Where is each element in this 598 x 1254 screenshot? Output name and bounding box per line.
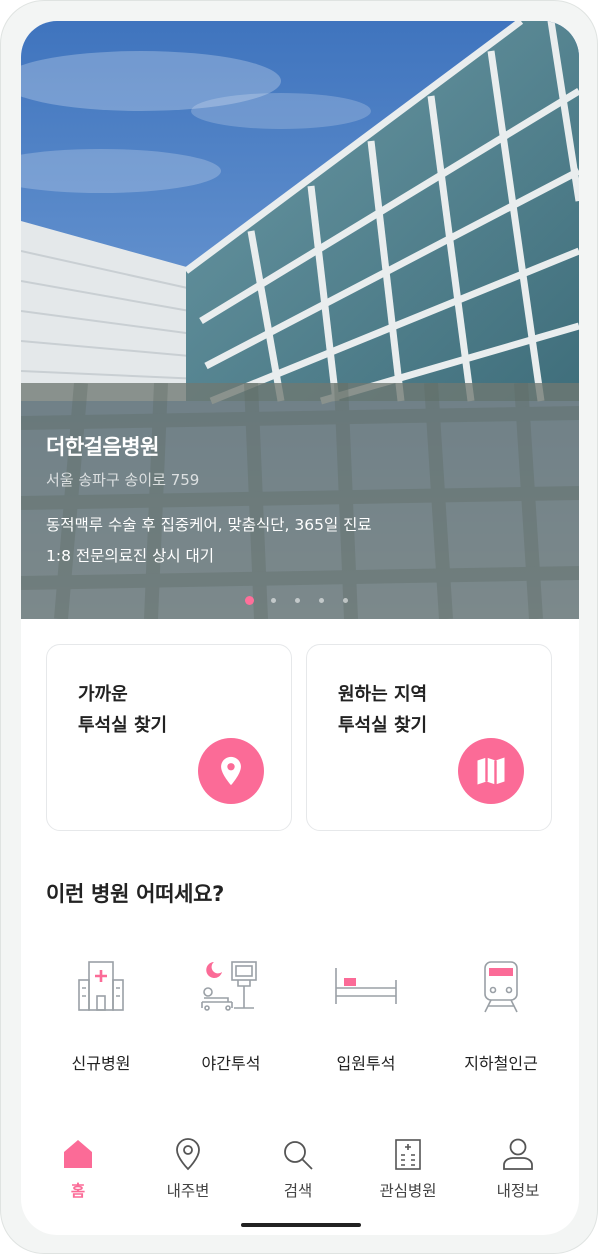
category-new-hospital[interactable]: 신규병원: [31, 951, 171, 1074]
tab-search[interactable]: 검색: [243, 1133, 353, 1201]
category-label: 신규병원: [71, 1054, 131, 1073]
description-line: 동적맥루 수술 후 집중케어, 맞춤식단, 365일 진료: [46, 516, 372, 534]
phone-frame: 더한걸음병원 서울 송파구 송이로 759 동적맥루 수술 후 집중케어, 맞춤…: [0, 0, 598, 1254]
hospital-address: 서울 송파구 송이로 759: [46, 471, 200, 489]
home-indicator[interactable]: [241, 1223, 361, 1227]
tab-home[interactable]: 홈: [23, 1133, 133, 1201]
hospital-list-icon: [353, 1133, 463, 1171]
user-icon: [463, 1133, 573, 1171]
card-title: 가까운 투석실 찾기: [78, 679, 167, 741]
description-line: 1:8 전문의료진 상시 대기: [46, 547, 215, 565]
hospital-bed-icon: [296, 951, 436, 1021]
tab-label: 관심병원: [379, 1182, 437, 1200]
category-label: 야간투석: [201, 1054, 261, 1073]
subway-train-icon: [431, 951, 571, 1021]
category-label: 지하철인근: [464, 1054, 538, 1073]
folded-map-icon: [458, 738, 524, 804]
card-title: 원하는 지역 투석실 찾기: [338, 679, 427, 741]
tab-my-info[interactable]: 내정보: [463, 1133, 573, 1201]
card-title-line: 가까운: [78, 684, 128, 705]
tab-label: 검색: [283, 1182, 313, 1200]
hospital-building-icon: [31, 951, 171, 1021]
location-pin-icon: [133, 1133, 243, 1171]
pagination-dot[interactable]: [343, 598, 348, 603]
card-title-line: 투석실 찾기: [78, 715, 168, 736]
hospital-description: 동적맥루 수술 후 집중케어, 맞춤식단, 365일 진료 1:8 전문의료진 …: [46, 510, 372, 572]
tab-label: 내정보: [496, 1182, 540, 1200]
card-title-line: 투석실 찾기: [338, 715, 428, 736]
app-screen: 더한걸음병원 서울 송파구 송이로 759 동적맥루 수술 후 집중케어, 맞춤…: [21, 21, 579, 1235]
pagination-dot[interactable]: [295, 598, 300, 603]
carousel-pagination: [245, 596, 367, 605]
blurred-facade-background: [21, 383, 579, 619]
pagination-dot-active[interactable]: [245, 596, 254, 605]
recommend-section-title: 이런 병원 어떠세요?: [46, 882, 225, 906]
category-inpatient-dialysis[interactable]: 입원투석: [296, 951, 436, 1074]
tab-label: 홈: [70, 1182, 86, 1200]
pagination-dot[interactable]: [319, 598, 324, 603]
tab-label: 내주변: [166, 1182, 210, 1200]
find-region-dialysis-card[interactable]: 원하는 지역 투석실 찾기: [306, 644, 552, 831]
pagination-dot[interactable]: [271, 598, 276, 603]
search-icon: [243, 1133, 353, 1171]
hospital-name: 더한걸음병원: [46, 435, 159, 459]
night-dialysis-icon: [161, 951, 301, 1021]
hospital-carousel[interactable]: 더한걸음병원 서울 송파구 송이로 759 동적맥루 수술 후 집중케어, 맞춤…: [21, 21, 579, 619]
category-label: 입원투석: [336, 1054, 396, 1073]
tab-nearby[interactable]: 내주변: [133, 1133, 243, 1201]
category-near-subway[interactable]: 지하철인근: [431, 951, 571, 1074]
map-pin-icon: [198, 738, 264, 804]
tab-favorite-hospitals[interactable]: 관심병원: [353, 1133, 463, 1201]
home-icon: [23, 1133, 133, 1171]
find-nearby-dialysis-card[interactable]: 가까운 투석실 찾기: [46, 644, 292, 831]
category-night-dialysis[interactable]: 야간투석: [161, 951, 301, 1074]
card-title-line: 원하는 지역: [338, 684, 428, 705]
